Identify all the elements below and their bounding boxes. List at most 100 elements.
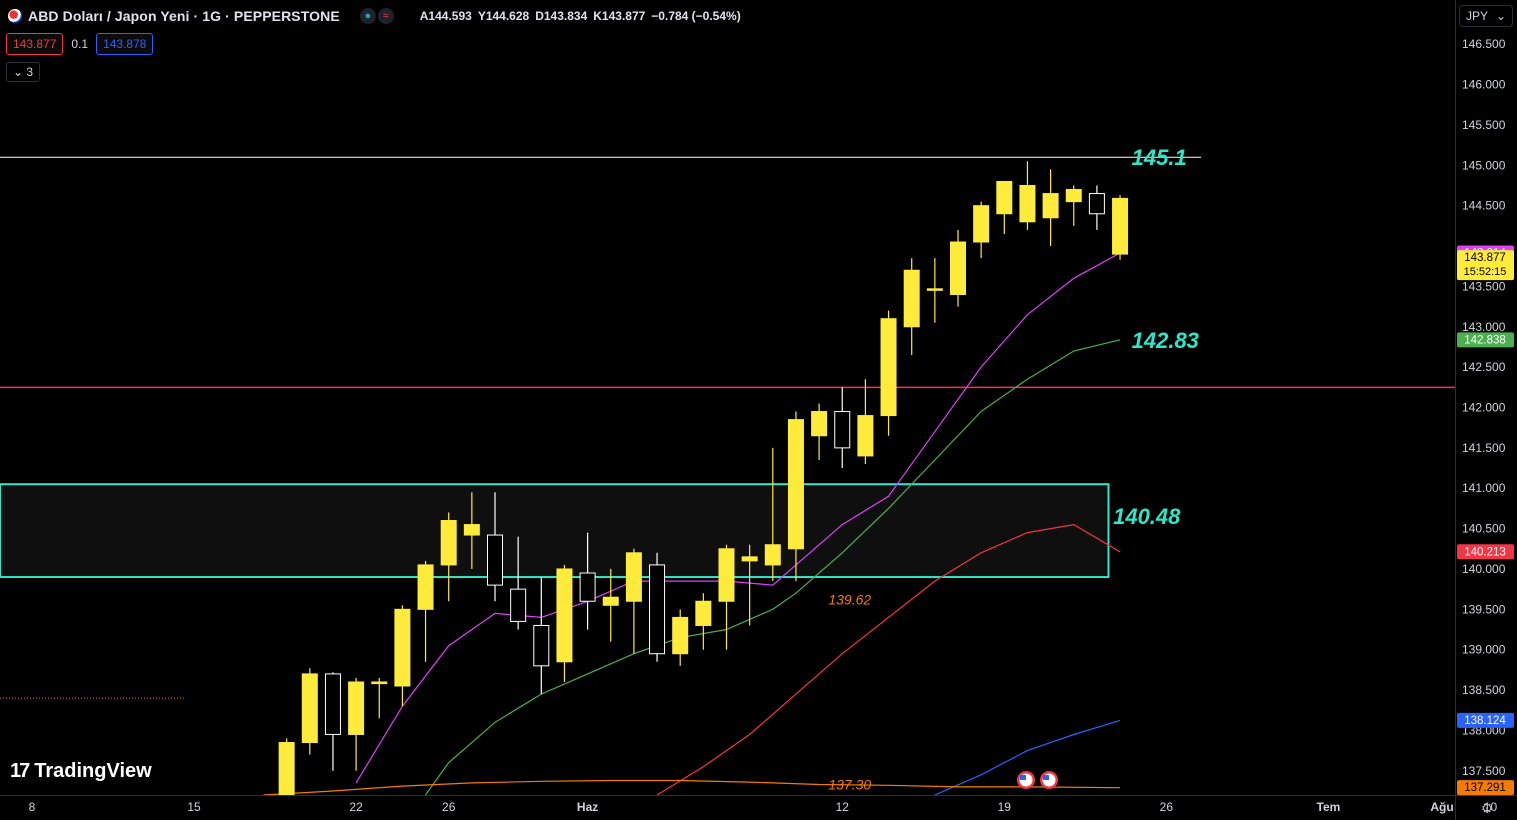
- candle-body: [417, 564, 434, 610]
- candle-body: [880, 318, 897, 417]
- price-chart[interactable]: 145.1 142.83 140.48 139.62 137.30 146.500 146.…: [0, 0, 1517, 820]
- candle-body: [764, 544, 781, 566]
- candle: [649, 552, 666, 662]
- y-axis-tick-label: 140.500: [1462, 522, 1506, 536]
- candle: [1065, 185, 1082, 226]
- candle: [625, 548, 642, 654]
- trade-panel: 143.877 0.1 143.878: [6, 33, 154, 55]
- candle: [301, 668, 318, 755]
- candle: [348, 677, 365, 771]
- candle: [278, 738, 295, 795]
- candle: [394, 605, 411, 707]
- y-axis-tick-label: 143.500: [1462, 279, 1506, 293]
- candle: [996, 180, 1013, 234]
- candle-body: [996, 180, 1013, 215]
- market-status: ● ≈: [359, 8, 394, 24]
- x-axis-tick-label: Haz: [577, 800, 598, 814]
- ohlc-values: A144.593 Y144.628 D143.834 K143.877 −0.7…: [420, 9, 741, 23]
- candle: [672, 609, 689, 666]
- candle: [926, 258, 943, 323]
- candle-body: [625, 552, 642, 602]
- candle: [834, 387, 851, 469]
- x-axis-tick-label: Tem: [1317, 800, 1341, 814]
- economic-event-icon: [1017, 771, 1035, 789]
- settings-icon[interactable]: ⚙: [1477, 798, 1497, 818]
- y-axis-tick-label: 141.500: [1462, 441, 1506, 455]
- candle-body: [950, 241, 966, 295]
- y-axis-tick-label: 138.500: [1462, 683, 1506, 697]
- candle-body: [695, 600, 712, 626]
- data-wave-icon: ≈: [377, 8, 394, 24]
- high-value: Y144.628: [477, 9, 530, 23]
- candle-body: [440, 520, 457, 566]
- y-axis-tick-label: 146.500: [1462, 37, 1506, 51]
- candle-body: [649, 564, 666, 655]
- candle-body: [556, 568, 573, 663]
- currency-select[interactable]: JPY ⌄: [1459, 5, 1513, 27]
- candle-body: [834, 411, 851, 449]
- price-axis-label: 138.124: [1457, 712, 1514, 728]
- price-label-countdown: 15:52:15: [1464, 266, 1507, 278]
- candle-body: [811, 411, 828, 437]
- y-axis-tick-label: 142.000: [1462, 401, 1506, 415]
- candle: [324, 672, 341, 771]
- candle: [811, 403, 828, 460]
- moving-average-line: [263, 779, 1121, 795]
- price-axis-label: 143.877 15:52:15: [1457, 250, 1514, 281]
- candle: [1112, 195, 1129, 260]
- candle: [880, 310, 897, 436]
- event-icon-canton: [1020, 775, 1026, 780]
- candle-body: [741, 556, 758, 562]
- candle-body: [324, 673, 341, 735]
- price-label-value: 140.213: [1464, 546, 1506, 558]
- y-axis-tick-label: 139.000: [1462, 643, 1506, 657]
- symbol-title[interactable]: ABD Doları / Japon Yeni · 1G · PEPPERSTO…: [28, 8, 340, 24]
- economic-event-icon: [1040, 771, 1058, 789]
- candle-body: [1042, 193, 1059, 219]
- candle-body: [463, 524, 480, 536]
- support-zone-rect: [0, 483, 1110, 579]
- y-axis-tick-label: 142.500: [1462, 360, 1506, 374]
- close-value: K143.877: [593, 9, 646, 23]
- price-label-value: 137.291: [1464, 782, 1506, 794]
- candle-body: [371, 681, 388, 685]
- candle-body: [672, 616, 689, 655]
- y-axis-tick-label: 137.500: [1462, 764, 1506, 778]
- candle-body: [903, 269, 920, 328]
- candle-body: [579, 572, 596, 602]
- candle-body: [348, 681, 365, 735]
- chart-annotation: 145.1: [1132, 145, 1187, 170]
- candle: [602, 568, 619, 642]
- candle-body: [857, 415, 874, 457]
- y-axis-tick-label: 139.500: [1462, 602, 1506, 616]
- candle: [1019, 161, 1036, 230]
- buy-button[interactable]: 143.878: [96, 33, 154, 55]
- x-axis-tick-label: 22: [349, 800, 363, 814]
- candle-body: [1088, 193, 1105, 215]
- candle-body: [394, 608, 411, 687]
- chart-annotation: 137.30: [828, 776, 871, 792]
- candle-body: [1065, 189, 1082, 203]
- candle-body: [487, 534, 503, 586]
- y-axis-tick-label: 141.000: [1462, 481, 1506, 495]
- candle: [371, 677, 388, 719]
- price-axis-label: 140.213: [1457, 544, 1514, 560]
- symbol-header[interactable]: ABD Doları / Japon Yeni · 1G · PEPPERSTO…: [8, 6, 741, 26]
- currency-value: JPY: [1466, 9, 1489, 23]
- change-value: −0.784 (−0.54%): [651, 9, 741, 23]
- indicators-toggle-button[interactable]: ⌄ 3: [6, 62, 41, 82]
- x-axis-tick-label: 26: [442, 800, 456, 814]
- y-axis-tick-label: 145.000: [1462, 158, 1506, 172]
- sell-button[interactable]: 143.877: [6, 33, 64, 55]
- price-label-value: 138.124: [1464, 715, 1506, 727]
- candle: [1042, 169, 1059, 247]
- candle: [950, 229, 966, 307]
- x-axis-tick-label: 19: [998, 800, 1012, 814]
- tradingview-logo[interactable]: 17 TradingView: [10, 760, 152, 783]
- candle: [903, 258, 920, 356]
- event-icon-canton: [1043, 775, 1049, 780]
- tradingview-mark-icon: 17: [10, 760, 30, 782]
- candle-body: [278, 742, 295, 795]
- price-axis-label: 142.838: [1457, 332, 1514, 348]
- x-axis-tick-label: 26: [1160, 800, 1174, 814]
